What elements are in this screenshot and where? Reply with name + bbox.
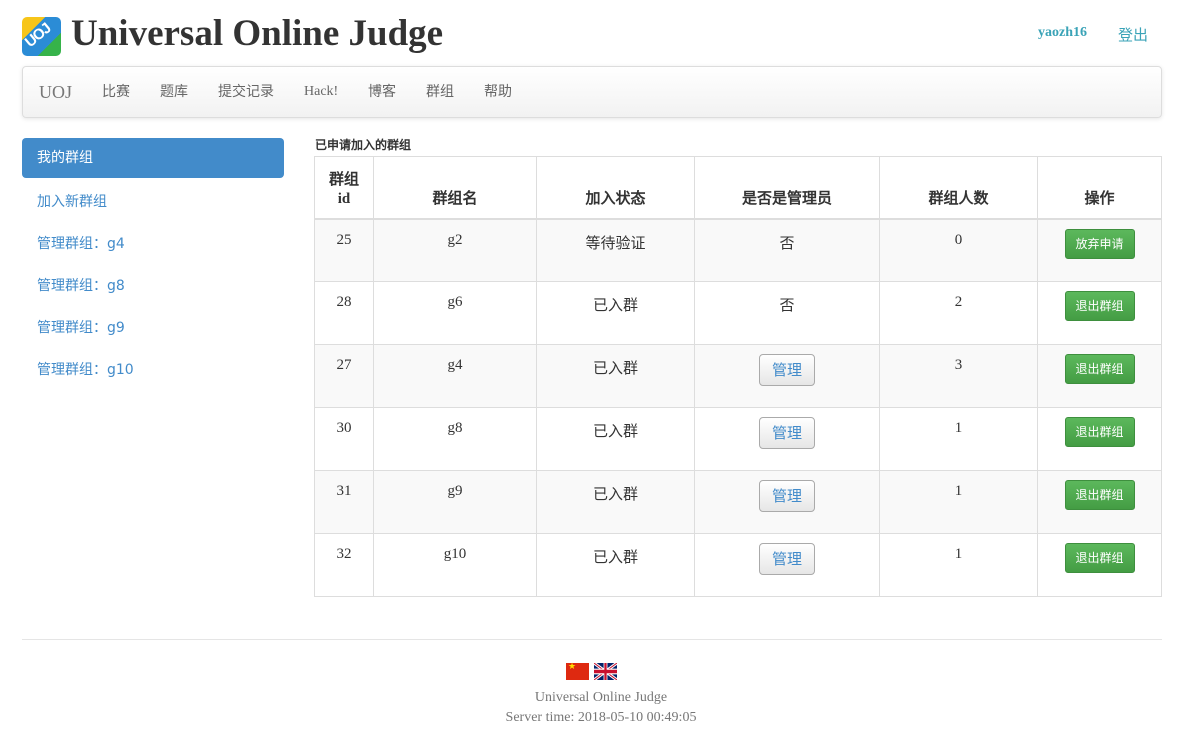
footer-divider: [22, 639, 1162, 640]
table-row: 25 g2 等待验证否 0 放弃申请: [314, 218, 1162, 282]
uoj-logo-icon[interactable]: UOJ: [22, 17, 61, 56]
nav-help[interactable]: 帮助: [484, 67, 512, 117]
cell-actions: 退出群组: [1037, 533, 1162, 597]
cell-member-count: 1: [879, 470, 1038, 534]
logout-link[interactable]: 登出: [1118, 24, 1148, 45]
cell-group-name: g8: [373, 407, 537, 471]
table-row: 30 g8 已入群 管理 1 退出群组: [314, 407, 1162, 471]
sidebar-item-join-group[interactable]: 加入新群组: [37, 191, 107, 211]
sidebar-item-my-groups[interactable]: 我的群组: [22, 138, 284, 178]
sidebar-item-manage-g4[interactable]: 管理群组：g4: [37, 233, 125, 253]
cell-member-count: 3: [879, 344, 1038, 408]
cell-group-name: g2: [373, 218, 537, 282]
nav-hack[interactable]: Hack!: [304, 67, 338, 117]
footer-site-name: Universal Online Judge: [534, 690, 668, 705]
cell-join-status: 等待验证: [536, 218, 695, 282]
col-header-actions: 操作: [1037, 156, 1162, 220]
cell-is-admin: 管理: [694, 470, 880, 534]
uk-flag-icon[interactable]: [594, 663, 617, 680]
site-title[interactable]: Universal Online Judge: [71, 12, 443, 55]
cell-group-name: g6: [373, 281, 537, 345]
cell-actions: 退出群组: [1037, 281, 1162, 345]
cell-actions: 退出群组: [1037, 344, 1162, 408]
cell-is-admin: 管理: [694, 344, 880, 408]
username-link[interactable]: yaozh16: [1038, 25, 1087, 41]
sidebar-item-manage-g10[interactable]: 管理群组：g10: [37, 359, 134, 379]
table-row: 31 g9 已入群 管理 1 退出群组: [314, 470, 1162, 534]
groups-table: 群组 id 群组名 加入状态 是否是管理员 群组人数 操作 25 g2 等待验证否 0 放…: [314, 156, 1162, 597]
manage-button[interactable]: 管理: [758, 417, 815, 449]
table-row: 28 g6 已入群否 2 退出群组: [314, 281, 1162, 345]
table-row: 32 g10 已入群 管理 1 退出群组: [314, 533, 1162, 597]
cell-join-status: 已入群: [536, 344, 695, 408]
leave-group-button[interactable]: 退出群组: [1064, 291, 1135, 321]
table-header-row: 群组 id 群组名 加入状态 是否是管理员 群组人数 操作: [314, 156, 1162, 220]
site-header: UOJ Universal Online Judge yaozh16 登出: [22, 12, 1162, 58]
cell-member-count: 2: [879, 281, 1038, 345]
sidebar-item-manage-g8[interactable]: 管理群组：g8: [37, 275, 125, 295]
cell-group-name: g4: [373, 344, 537, 408]
cell-join-status: 已入群: [536, 281, 695, 345]
main-navbar: UOJ 比赛 题库 提交记录 Hack! 博客 群组 帮助: [22, 66, 1162, 118]
cn-flag-icon[interactable]: ★: [566, 662, 589, 680]
cell-member-count: 0: [879, 218, 1038, 282]
cell-member-count: 1: [879, 407, 1038, 471]
cell-join-status: 已入群: [536, 533, 695, 597]
leave-group-button[interactable]: 退出群组: [1064, 543, 1135, 573]
footer-server-time: Server time: 2018-05-10 00:49:05: [505, 710, 697, 725]
cell-group-id: 30: [314, 407, 374, 471]
col-header-id: 群组 id: [314, 156, 374, 220]
manage-button[interactable]: 管理: [758, 480, 815, 512]
cell-group-name: g9: [373, 470, 537, 534]
nav-brand[interactable]: UOJ: [39, 67, 72, 117]
cell-actions: 退出群组: [1037, 470, 1162, 534]
cell-is-admin: 否: [694, 281, 880, 345]
col-header-members: 群组人数: [879, 156, 1038, 220]
nav-problems[interactable]: 题库: [160, 67, 188, 117]
nav-submissions[interactable]: 提交记录: [218, 67, 274, 117]
cell-group-id: 31: [314, 470, 374, 534]
sidebar-item-manage-g9[interactable]: 管理群组：g9: [37, 317, 125, 337]
cell-is-admin: 否: [694, 218, 880, 282]
nav-groups[interactable]: 群组: [426, 67, 454, 117]
cancel-application-button[interactable]: 放弃申请: [1064, 228, 1135, 259]
cell-member-count: 1: [879, 533, 1038, 597]
section-caption: 已申请加入的群组: [315, 138, 412, 152]
cell-group-id: 27: [314, 344, 374, 408]
cell-actions: 退出群组: [1037, 407, 1162, 471]
nav-contests[interactable]: 比赛: [102, 67, 130, 117]
cell-group-name: g10: [373, 533, 537, 597]
table-row: 27 g4 已入群 管理 3 退出群组: [314, 344, 1162, 408]
col-header-status: 加入状态: [536, 156, 695, 220]
cell-group-id: 32: [314, 533, 374, 597]
cell-group-id: 28: [314, 281, 374, 345]
col-header-name: 群组名: [373, 156, 537, 220]
leave-group-button[interactable]: 退出群组: [1064, 480, 1135, 510]
cell-is-admin: 管理: [694, 533, 880, 597]
cell-is-admin: 管理: [694, 407, 880, 471]
leave-group-button[interactable]: 退出群组: [1064, 417, 1135, 447]
cell-join-status: 已入群: [536, 470, 695, 534]
col-header-admin: 是否是管理员: [694, 156, 880, 220]
cell-join-status: 已入群: [536, 407, 695, 471]
manage-button[interactable]: 管理: [758, 543, 815, 575]
manage-button[interactable]: 管理: [758, 354, 815, 386]
cell-actions: 放弃申请: [1037, 218, 1162, 282]
leave-group-button[interactable]: 退出群组: [1064, 354, 1135, 384]
cell-group-id: 25: [314, 218, 374, 282]
nav-blogs[interactable]: 博客: [368, 67, 396, 117]
logo-text: UOJ: [22, 20, 55, 51]
